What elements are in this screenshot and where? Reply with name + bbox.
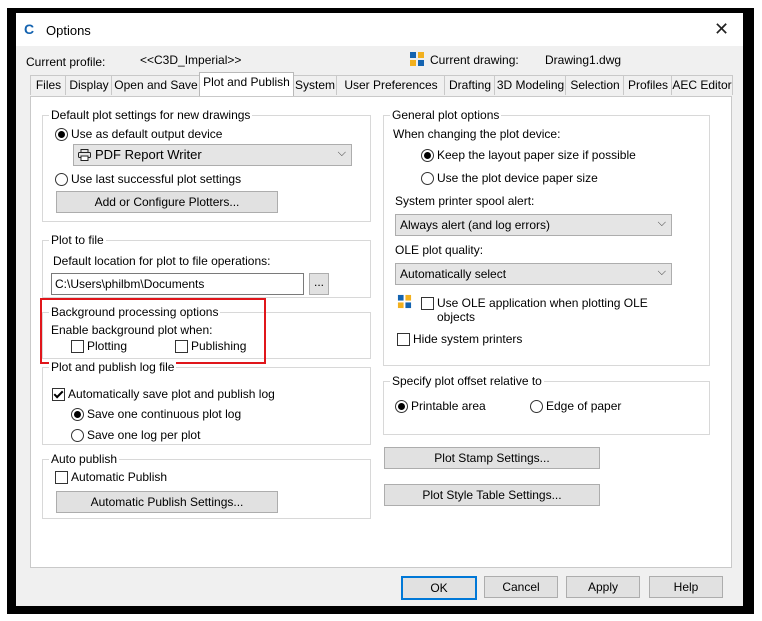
tab-aec-editor[interactable]: AEC Editor xyxy=(671,75,733,95)
tab-profiles[interactable]: Profiles xyxy=(623,75,673,95)
add-configure-plotters-button[interactable]: Add or Configure Plotters... xyxy=(56,191,278,213)
tab-3d-modeling[interactable]: 3D Modeling xyxy=(494,75,567,95)
plot-and-publish-page: Default plot settings for new drawings U… xyxy=(30,96,732,568)
tab-plot-and-publish[interactable]: Plot and Publish xyxy=(199,72,294,96)
plot-file-location-value: C:\Users\philbm\Documents xyxy=(55,277,205,291)
automatic-publish-checkbox[interactable] xyxy=(55,471,68,484)
current-profile-value: <<C3D_Imperial>> xyxy=(140,53,242,67)
spool-alert-label: System printer spool alert: xyxy=(395,194,535,208)
group-title: Plot and publish log file xyxy=(49,360,177,374)
keep-layout-size-label: Keep the layout paper size if possible xyxy=(437,148,636,162)
plot-style-table-settings-button[interactable]: Plot Style Table Settings... xyxy=(384,484,600,506)
hide-system-printers-label: Hide system printers xyxy=(413,332,523,346)
spool-alert-value: Always alert (and log errors) xyxy=(400,218,551,232)
chevron-down-icon: ⌵ xyxy=(657,217,666,229)
group-title: Default plot settings for new drawings xyxy=(49,108,253,122)
group-title: Plot to file xyxy=(49,233,106,247)
plot-file-location-label: Default location for plot to file operat… xyxy=(53,254,271,268)
edge-of-paper-radio[interactable] xyxy=(530,400,543,413)
use-last-settings-label: Use last successful plot settings xyxy=(71,172,242,186)
tab-display[interactable]: Display xyxy=(65,75,113,95)
ole-quality-value: Automatically select xyxy=(400,267,507,281)
chevron-down-icon: ⌵ xyxy=(657,266,666,278)
edge-of-paper-label: Edge of paper xyxy=(546,399,622,413)
chevron-down-icon: ⌵ xyxy=(337,147,346,159)
printable-area-radio[interactable] xyxy=(395,400,408,413)
current-profile-label: Current profile: xyxy=(26,55,106,69)
options-dialog: C Options ✕ Current profile: <<C3D_Imper… xyxy=(16,13,743,606)
printer-icon xyxy=(78,149,91,161)
use-device-size-radio[interactable] xyxy=(421,172,434,185)
highlight-box xyxy=(40,298,266,364)
group-title: General plot options xyxy=(390,108,502,122)
drawing-icon xyxy=(410,52,424,66)
cancel-button[interactable]: Cancel xyxy=(484,576,558,598)
ole-icon xyxy=(397,294,412,309)
auto-save-log-label: Automatically save plot and publish log xyxy=(68,387,275,401)
continuous-log-radio[interactable] xyxy=(71,408,84,421)
continuous-log-label: Save one continuous plot log xyxy=(87,407,242,421)
tab-selection[interactable]: Selection xyxy=(565,75,625,95)
use-ole-app-checkbox[interactable] xyxy=(421,297,434,310)
when-changing-label: When changing the plot device: xyxy=(393,127,561,141)
group-title: Specify plot offset relative to xyxy=(390,374,544,388)
ok-button[interactable]: OK xyxy=(401,576,477,600)
tab-files[interactable]: Files xyxy=(30,75,67,95)
automatic-publish-settings-button[interactable]: Automatic Publish Settings... xyxy=(56,491,278,513)
group-title: Auto publish xyxy=(49,452,120,466)
dialog-title: Options xyxy=(46,23,91,38)
output-device-select[interactable]: PDF Report Writer ⌵ xyxy=(73,144,352,166)
spool-alert-select[interactable]: Always alert (and log errors) ⌵ xyxy=(395,214,672,236)
use-default-device-label: Use as default output device xyxy=(71,127,223,141)
ole-quality-select[interactable]: Automatically select ⌵ xyxy=(395,263,672,285)
current-drawing-label: Current drawing: xyxy=(430,53,519,67)
use-default-device-radio[interactable] xyxy=(55,128,68,141)
plot-stamp-settings-button[interactable]: Plot Stamp Settings... xyxy=(384,447,600,469)
apply-button[interactable]: Apply xyxy=(566,576,640,598)
use-device-size-label: Use the plot device paper size xyxy=(437,171,598,185)
close-icon[interactable]: ✕ xyxy=(714,19,729,39)
plot-file-location-input[interactable]: C:\Users\philbm\Documents xyxy=(51,273,304,295)
tab-user-preferences[interactable]: User Preferences xyxy=(336,75,446,95)
tab-open-and-save[interactable]: Open and Save xyxy=(111,75,201,95)
autocad-civil3d-icon: C xyxy=(24,21,35,37)
use-ole-app-label-continued: objects xyxy=(437,310,476,324)
auto-save-log-checkbox[interactable] xyxy=(52,388,65,401)
automatic-publish-label: Automatic Publish xyxy=(71,470,168,484)
printable-area-label: Printable area xyxy=(411,399,486,413)
tab-drafting[interactable]: Drafting xyxy=(444,75,496,95)
tab-system[interactable]: System xyxy=(292,75,338,95)
log-per-plot-radio[interactable] xyxy=(71,429,84,442)
hide-system-printers-checkbox[interactable] xyxy=(397,333,410,346)
log-per-plot-label: Save one log per plot xyxy=(87,428,201,442)
use-ole-app-label: Use OLE application when plotting OLE xyxy=(437,296,648,310)
browse-button[interactable]: ... xyxy=(309,273,329,295)
keep-layout-size-radio[interactable] xyxy=(421,149,434,162)
title-bar: C Options ✕ xyxy=(16,13,743,46)
help-button[interactable]: Help xyxy=(649,576,723,598)
output-device-value: PDF Report Writer xyxy=(95,147,202,162)
current-drawing-value: Drawing1.dwg xyxy=(545,53,622,67)
use-last-settings-radio[interactable] xyxy=(55,173,68,186)
ole-quality-label: OLE plot quality: xyxy=(395,243,484,257)
